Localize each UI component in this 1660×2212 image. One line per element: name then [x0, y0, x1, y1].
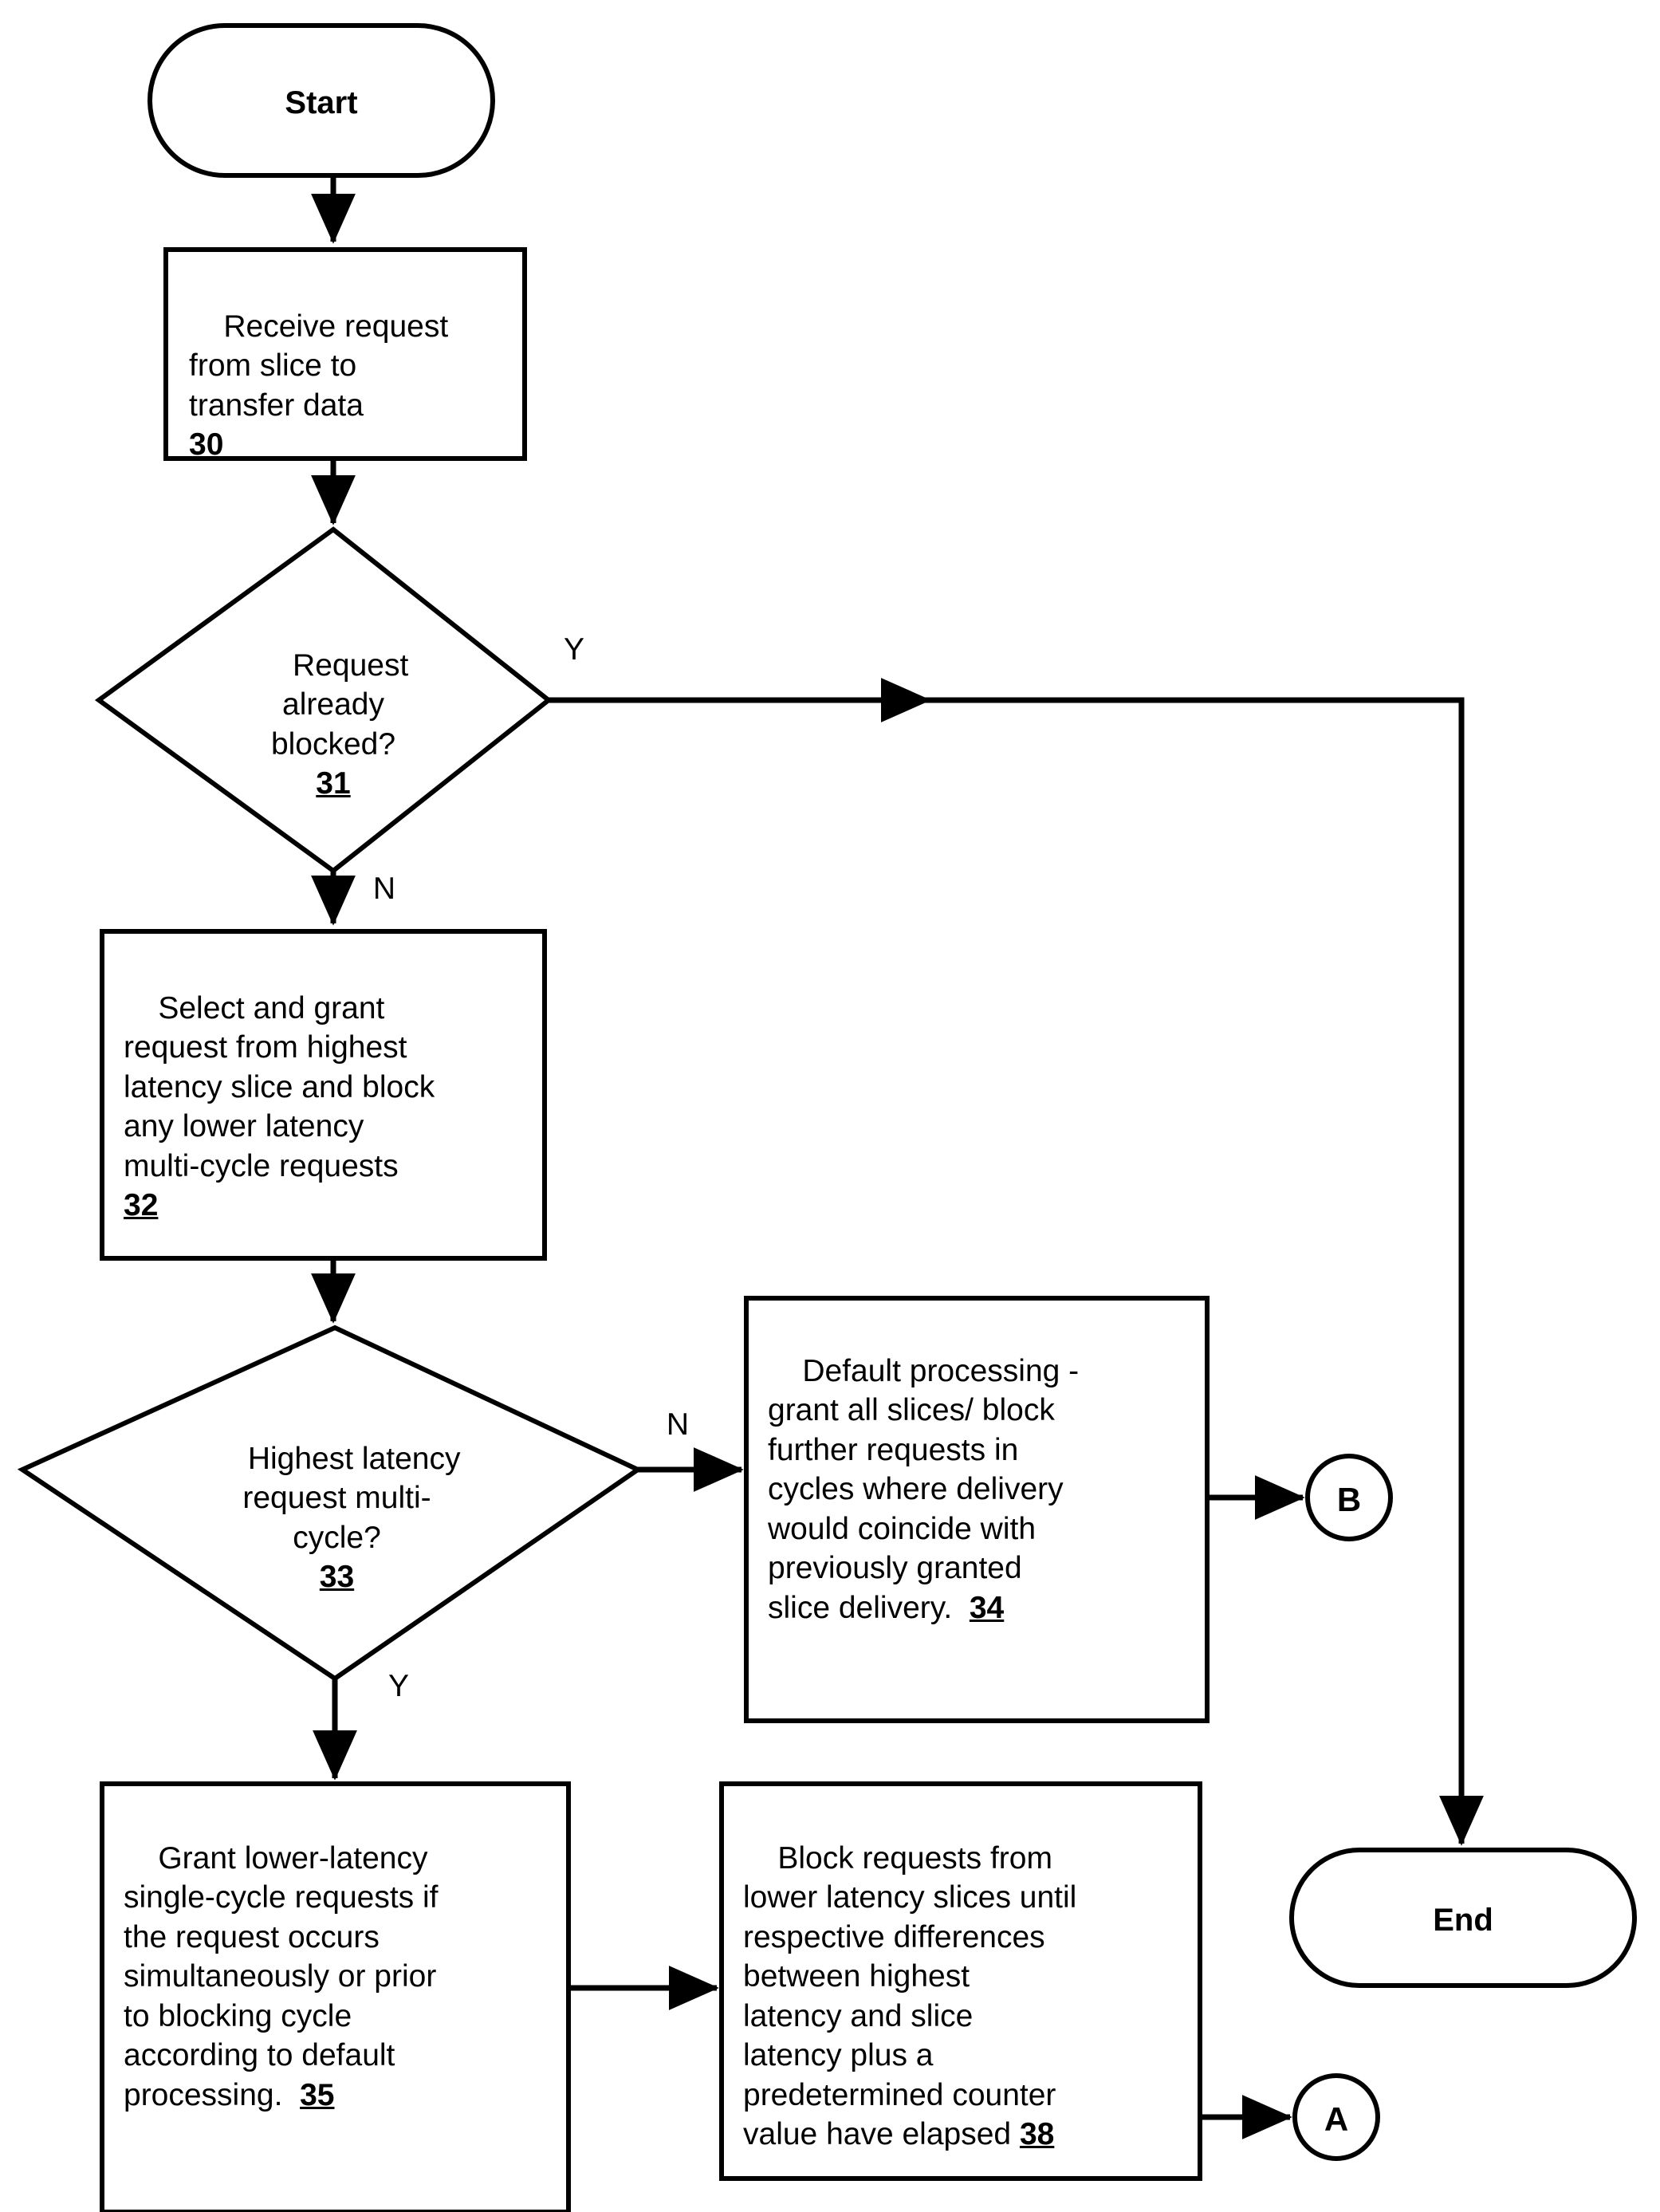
start-label: Start [285, 85, 358, 120]
select-and-grant-body: Select and grant request from highest la… [124, 990, 435, 1183]
receive-request-ref: 30 [189, 427, 224, 462]
select-and-grant-ref: 32 [124, 1188, 159, 1223]
request-blocked-text: Request already blocked? 31 [190, 606, 477, 843]
grant-lower-latency-body: Grant lower-latency single-cycle request… [124, 1840, 439, 2112]
edge-label-decision31-no: N [372, 872, 396, 906]
block-requests-ref: 38 [1019, 2117, 1055, 2152]
highest-latency-text: Highest latency request multi- cycle? 33 [191, 1399, 482, 1636]
connector-b-label: B [1336, 1481, 1362, 1518]
request-blocked-ref: 31 [316, 766, 351, 801]
select-and-grant-text: Select and grant request from highest la… [124, 949, 550, 1265]
end-label: End [1433, 1903, 1493, 1938]
highest-latency-ref: 33 [319, 1560, 355, 1595]
flowchart-canvas: Start Receive request from slice to tran… [0, 0, 1660, 2212]
default-processing-body: Default processing - grant all slices/ b… [768, 1353, 1080, 1625]
block-requests-body: Block requests from lower latency slices… [743, 1840, 1077, 2152]
edge-label-decision33-no: N [666, 1407, 690, 1442]
receive-request-body: Receive request from slice to transfer d… [189, 309, 449, 423]
edge-label-decision31-yes: Y [563, 632, 584, 667]
edge-label-decision33-yes: Y [387, 1669, 409, 1703]
block-requests-text: Block requests from lower latency slices… [743, 1799, 1207, 2194]
highest-latency-body: Highest latency request multi- cycle? [242, 1441, 461, 1555]
request-blocked-body: Request already blocked? [270, 647, 409, 762]
receive-request-text: Receive request from slice to transfer d… [189, 267, 524, 504]
default-processing-text: Default processing - grant all slices/ b… [768, 1312, 1210, 1667]
grant-lower-latency-ref: 35 [300, 2077, 335, 2112]
connector-a-label: A [1324, 2100, 1349, 2138]
grant-lower-latency-text: Grant lower-latency single-cycle request… [124, 1799, 578, 2155]
default-processing-ref: 34 [969, 1590, 1005, 1625]
